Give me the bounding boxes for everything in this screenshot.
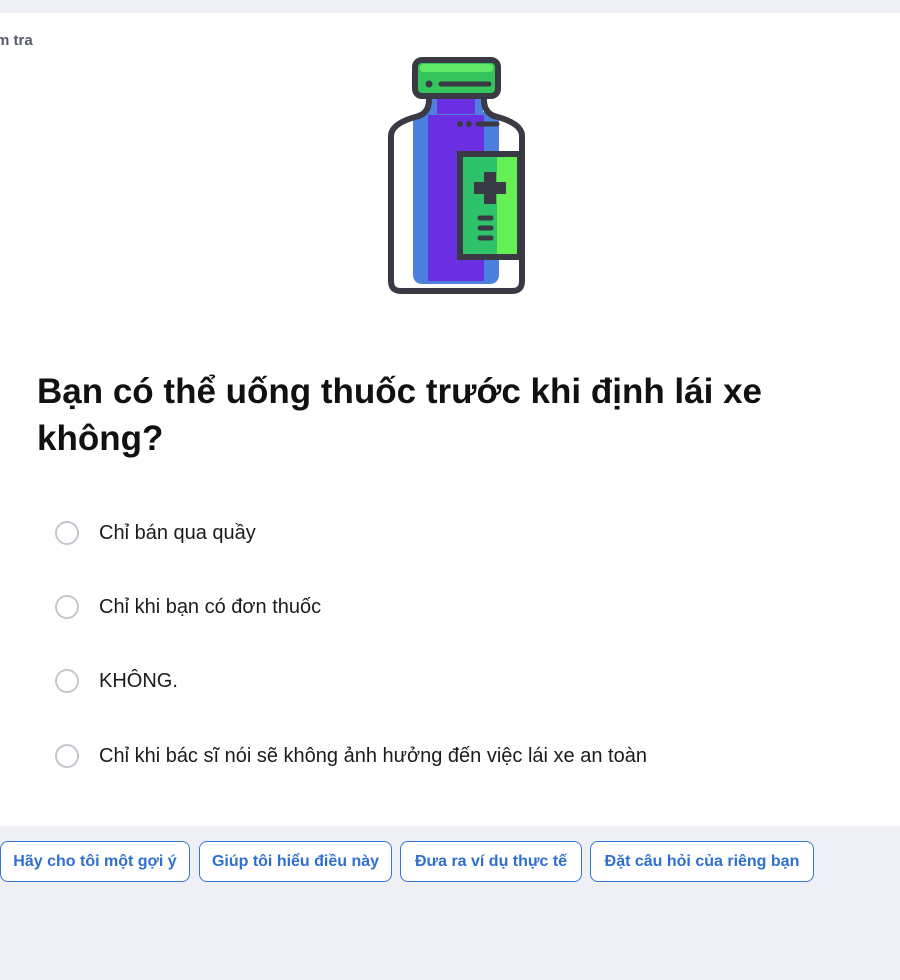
answer-option-1[interactable]: Chỉ bán qua quầy [55,510,256,556]
ask-own-question-button[interactable]: Đặt câu hỏi của riêng bạn [590,841,814,882]
radio-button[interactable] [55,744,79,768]
answer-option-4[interactable]: Chỉ khi bác sĩ nói sẽ không ảnh hưởng đế… [55,733,647,779]
real-example-button[interactable]: Đưa ra ví dụ thực tế [400,841,582,882]
hint-button[interactable]: Hãy cho tôi một gợi ý [0,841,190,882]
answer-option-label: Chỉ bán qua quầy [99,521,256,544]
answer-option-2[interactable]: Chỉ khi bạn có đơn thuốc [55,584,321,630]
answer-option-3[interactable]: KHÔNG. [55,658,178,704]
explain-button[interactable]: Giúp tôi hiểu điều này [199,841,392,882]
answer-option-label: Chỉ khi bác sĩ nói sẽ không ảnh hưởng đế… [99,744,647,767]
answer-option-label: KHÔNG. [99,669,178,692]
radio-button[interactable] [55,595,79,619]
answer-option-label: Chỉ khi bạn có đơn thuốc [99,595,322,618]
medicine-bottle-icon [388,57,525,294]
question-text: Bạn có thể uống thuốc trước khi định lái… [37,372,763,458]
header-label: m tra [0,32,33,49]
radio-button[interactable] [55,669,79,693]
radio-button[interactable] [55,521,79,545]
